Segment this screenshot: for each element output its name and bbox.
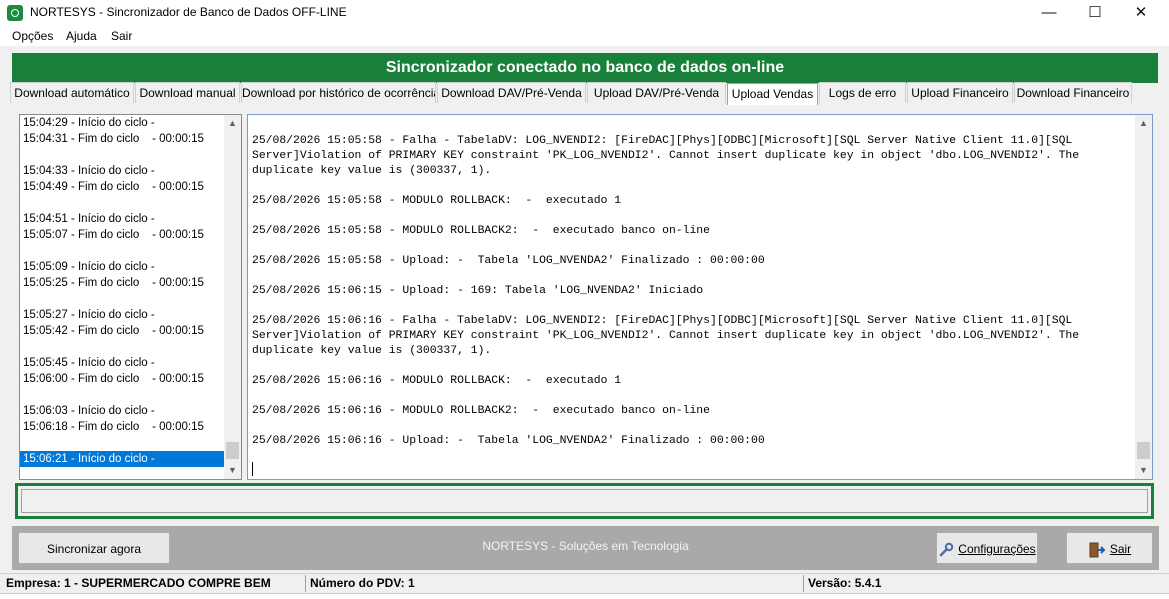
title-bar: NORTESYS - Sincronizador de Banco de Dad…: [0, 0, 1169, 26]
cycle-start[interactable]: 15:04:33 - Início do ciclo -: [20, 163, 224, 179]
cycle-start[interactable]: 15:04:29 - Início do ciclo -: [20, 115, 224, 131]
tab-download-manual[interactable]: Download manual: [135, 82, 240, 103]
exit-door-icon: [1089, 542, 1106, 558]
tab-upload-financeiro[interactable]: Upload Financeiro: [907, 82, 1013, 103]
tab-download-financeiro[interactable]: Download Financeiro: [1014, 82, 1132, 103]
log-entry: 25/08/2026 15:06:16 - MODULO ROLLBACK2: …: [252, 405, 710, 417]
settings-label: Configurações: [958, 542, 1036, 556]
tab-logs-de-erro[interactable]: Logs de erro: [819, 82, 906, 103]
cycle-start[interactable]: 15:05:27 - Início do ciclo -: [20, 307, 224, 323]
scroll-thumb[interactable]: [1137, 442, 1150, 459]
cycle-end[interactable]: 15:04:49 - Fim do ciclo - 00:00:15: [20, 179, 224, 195]
status-versao: Versão: 5.4.1: [808, 576, 882, 590]
text-caret: [252, 462, 253, 476]
log-textarea[interactable]: 25/08/2026 15:05:58 - Falha - TabelaDV: …: [247, 114, 1153, 480]
sync-now-button[interactable]: Sincronizar agora: [18, 532, 170, 564]
log-entry: 25/08/2026 15:06:16 - MODULO ROLLBACK: -…: [252, 375, 622, 387]
menu-opcoes[interactable]: Opções: [12, 29, 53, 43]
cycle-list-scrollbar[interactable]: ▲ ▼: [224, 115, 241, 479]
menu-ajuda[interactable]: Ajuda: [66, 29, 97, 43]
tab-download-historico[interactable]: Download por histórico de ocorrência: [241, 82, 436, 103]
sync-now-label: Sincronizar agora: [46, 542, 142, 556]
scroll-up-icon[interactable]: ▲: [1135, 115, 1152, 132]
log-entry: 25/08/2026 15:05:58 - Upload: - Tabela '…: [252, 255, 765, 267]
cycle-end[interactable]: 15:05:25 - Fim do ciclo - 00:00:15: [20, 275, 224, 291]
log-scrollbar[interactable]: ▲ ▼: [1135, 115, 1152, 479]
background-window-strip: [0, 593, 1169, 599]
cycle-start[interactable]: 15:05:45 - Início do ciclo -: [20, 355, 224, 371]
app-icon: [7, 5, 23, 21]
cycle-start[interactable]: 15:06:03 - Início do ciclo -: [20, 403, 224, 419]
exit-button[interactable]: Sair: [1066, 532, 1153, 564]
menu-sair[interactable]: Sair: [111, 29, 132, 43]
cycle-end[interactable]: 15:04:31 - Fim do ciclo - 00:00:15: [20, 131, 224, 147]
cycle-end[interactable]: 15:06:00 - Fim do ciclo - 00:00:15: [20, 371, 224, 387]
cycle-list-panel[interactable]: 15:04:29 - Início do ciclo - 15:04:31 - …: [19, 114, 242, 480]
exit-label: Sair: [1109, 542, 1132, 556]
tab-download-dav[interactable]: Download DAV/Pré-Venda: [437, 82, 586, 103]
tab-upload-vendas[interactable]: Upload Vendas: [727, 83, 818, 105]
scroll-thumb[interactable]: [226, 442, 239, 459]
maximize-button[interactable]: ☐: [1072, 0, 1118, 26]
gear-icon: [940, 542, 954, 557]
bottom-bar: NORTESYS - Soluções em Tecnologia Sincro…: [12, 526, 1159, 570]
status-bar: Empresa: 1 - SUPERMERCADO COMPRE BEM Núm…: [0, 573, 1169, 594]
status-pdv: Número do PDV: 1: [310, 576, 415, 590]
cycle-end[interactable]: 15:05:42 - Fim do ciclo - 00:00:15: [20, 323, 224, 339]
tab-upload-dav[interactable]: Upload DAV/Pré-Venda: [587, 82, 726, 103]
cycle-start[interactable]: 15:04:51 - Início do ciclo -: [20, 211, 224, 227]
cycle-list[interactable]: 15:04:29 - Início do ciclo - 15:04:31 - …: [20, 115, 224, 467]
scroll-down-icon[interactable]: ▼: [1135, 462, 1152, 479]
cycle-start[interactable]: 15:05:09 - Início do ciclo -: [20, 259, 224, 275]
log-entry: 25/08/2026 15:05:58 - Falha - TabelaDV: …: [252, 135, 1086, 177]
cycle-end[interactable]: 15:05:07 - Fim do ciclo - 00:00:15: [20, 227, 224, 243]
scroll-up-icon[interactable]: ▲: [224, 115, 241, 132]
status-empresa: Empresa: 1 - SUPERMERCADO COMPRE BEM: [6, 576, 271, 590]
log-entry: 25/08/2026 15:06:16 - Upload: - Tabela '…: [252, 435, 765, 447]
window-title: NORTESYS - Sincronizador de Banco de Dad…: [30, 5, 347, 19]
settings-button[interactable]: Configurações: [936, 532, 1038, 564]
log-entry: 25/08/2026 15:05:58 - MODULO ROLLBACK: -…: [252, 195, 622, 207]
tab-bar: Download automático Download manual Down…: [8, 82, 1158, 105]
log-entry: 25/08/2026 15:06:16 - Falha - TabelaDV: …: [252, 315, 1086, 357]
log-content: 25/08/2026 15:05:58 - Falha - TabelaDV: …: [252, 134, 1132, 464]
scroll-down-icon[interactable]: ▼: [224, 462, 241, 479]
menu-bar: Opções Ajuda Sair: [0, 26, 1169, 46]
minimize-button[interactable]: —: [1026, 0, 1072, 26]
log-entry: 25/08/2026 15:05:58 - MODULO ROLLBACK2: …: [252, 225, 710, 237]
close-button[interactable]: ✕: [1118, 0, 1164, 26]
connection-banner: Sincronizador conectado no banco de dado…: [12, 53, 1158, 83]
cycle-end[interactable]: 15:06:18 - Fim do ciclo - 00:00:15: [20, 419, 224, 435]
status-box: [15, 483, 1154, 519]
status-box-inner: [21, 489, 1148, 513]
log-entry: 25/08/2026 15:06:15 - Upload: - 169: Tab…: [252, 285, 704, 297]
cycle-start-selected[interactable]: 15:06:21 - Início do ciclo -: [20, 451, 224, 467]
tab-download-automatico[interactable]: Download automático: [10, 82, 134, 103]
